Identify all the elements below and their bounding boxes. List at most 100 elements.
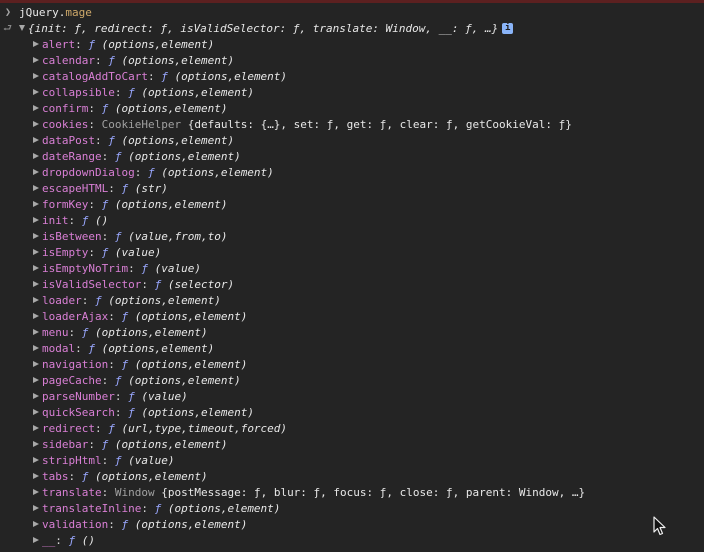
expand-triangle-right-icon[interactable] <box>33 121 39 127</box>
property-row[interactable]: pageCache: ƒ (options,element) <box>0 373 704 389</box>
property-row[interactable]: parseNumber: ƒ (value) <box>0 389 704 405</box>
property-entry[interactable]: isEmptyNoTrim: ƒ (value) <box>33 261 201 277</box>
expand-triangle-right-icon[interactable] <box>33 409 39 415</box>
property-row[interactable]: quickSearch: ƒ (options,element) <box>0 405 704 421</box>
property-row[interactable]: modal: ƒ (options,element) <box>0 341 704 357</box>
property-entry[interactable]: isBetween: ƒ (value,from,to) <box>33 229 227 245</box>
expand-triangle-right-icon[interactable] <box>33 153 39 159</box>
property-row[interactable]: navigation: ƒ (options,element) <box>0 357 704 373</box>
expand-triangle-right-icon[interactable] <box>33 217 39 223</box>
property-row[interactable]: alert: ƒ (options,element) <box>0 37 704 53</box>
expand-triangle-right-icon[interactable] <box>33 233 39 239</box>
expand-triangle-right-icon[interactable] <box>33 185 39 191</box>
property-entry[interactable]: isValidSelector: ƒ (selector) <box>33 277 234 293</box>
property-row[interactable]: dateRange: ƒ (options,element) <box>0 149 704 165</box>
console-result-summary[interactable]: ⮐ {init: ƒ, redirect: ƒ, isValidSelector… <box>0 21 704 37</box>
property-row[interactable]: isValidSelector: ƒ (selector) <box>0 277 704 293</box>
property-entry[interactable]: parseNumber: ƒ (value) <box>33 389 188 405</box>
expand-triangle-right-icon[interactable] <box>33 505 39 511</box>
property-row[interactable]: isEmptyNoTrim: ƒ (value) <box>0 261 704 277</box>
property-row[interactable]: translateInline: ƒ (options,element) <box>0 501 704 517</box>
property-row[interactable]: isBetween: ƒ (value,from,to) <box>0 229 704 245</box>
property-entry[interactable]: modal: ƒ (options,element) <box>33 341 214 357</box>
property-row[interactable]: catalogAddToCart: ƒ (options,element) <box>0 69 704 85</box>
property-row[interactable]: stripHtml: ƒ (value) <box>0 453 704 469</box>
property-entry[interactable]: validation: ƒ (options,element) <box>33 517 247 533</box>
property-row[interactable]: sidebar: ƒ (options,element) <box>0 437 704 453</box>
expand-triangle-right-icon[interactable] <box>33 457 39 463</box>
property-entry[interactable]: __: ƒ () <box>33 533 95 549</box>
property-entry[interactable]: collapsible: ƒ (options,element) <box>33 85 254 101</box>
property-entry[interactable]: loaderAjax: ƒ (options,element) <box>33 309 247 325</box>
property-row[interactable]: dataPost: ƒ (options,element) <box>0 133 704 149</box>
expand-triangle-right-icon[interactable] <box>33 521 39 527</box>
expand-triangle-right-icon[interactable] <box>33 89 39 95</box>
property-entry[interactable]: menu: ƒ (options,element) <box>33 325 208 341</box>
property-row[interactable]: init: ƒ () <box>0 213 704 229</box>
property-entry[interactable]: quickSearch: ƒ (options,element) <box>33 405 254 421</box>
property-entry[interactable]: alert: ƒ (options,element) <box>33 37 214 53</box>
property-entry[interactable]: init: ƒ () <box>33 213 108 229</box>
property-entry[interactable]: translateInline: ƒ (options,element) <box>33 501 280 517</box>
property-row[interactable]: cookies: CookieHelper {defaults: {…}, se… <box>0 117 704 133</box>
expand-triangle-right-icon[interactable] <box>33 57 39 63</box>
property-entry[interactable]: dateRange: ƒ (options,element) <box>33 149 241 165</box>
property-row[interactable]: escapeHTML: ƒ (str) <box>0 181 704 197</box>
property-entry[interactable]: sidebar: ƒ (options,element) <box>33 437 227 453</box>
property-entry[interactable]: dropdownDialog: ƒ (options,element) <box>33 165 274 181</box>
property-row[interactable]: translate: Window {postMessage: ƒ, blur:… <box>0 485 704 501</box>
property-row[interactable]: menu: ƒ (options,element) <box>0 325 704 341</box>
property-row[interactable]: calendar: ƒ (options,element) <box>0 53 704 69</box>
property-row[interactable]: isEmpty: ƒ (value) <box>0 245 704 261</box>
expand-triangle-right-icon[interactable] <box>33 137 39 143</box>
expand-triangle-right-icon[interactable] <box>33 537 39 543</box>
expand-triangle-right-icon[interactable] <box>33 105 39 111</box>
expand-triangle-right-icon[interactable] <box>33 73 39 79</box>
property-entry[interactable]: navigation: ƒ (options,element) <box>33 357 247 373</box>
expand-triangle-right-icon[interactable] <box>33 201 39 207</box>
property-entry[interactable]: escapeHTML: ƒ (str) <box>33 181 168 197</box>
property-row[interactable]: formKey: ƒ (options,element) <box>0 197 704 213</box>
property-entry[interactable]: confirm: ƒ (options,element) <box>33 101 227 117</box>
property-row[interactable]: validation: ƒ (options,element) <box>0 517 704 533</box>
property-entry[interactable]: catalogAddToCart: ƒ (options,element) <box>33 69 287 85</box>
expand-triangle-down-icon[interactable] <box>19 25 25 31</box>
expand-triangle-right-icon[interactable] <box>33 361 39 367</box>
property-row[interactable]: collapsible: ƒ (options,element) <box>0 85 704 101</box>
property-entry[interactable]: cookies: CookieHelper {defaults: {…}, se… <box>33 117 572 133</box>
property-entry[interactable]: pageCache: ƒ (options,element) <box>33 373 241 389</box>
property-row[interactable]: dropdownDialog: ƒ (options,element) <box>0 165 704 181</box>
result-object-summary[interactable]: {init: ƒ, redirect: ƒ, isValidSelector: … <box>19 21 514 37</box>
property-row[interactable]: __: ƒ () <box>0 533 704 549</box>
property-row[interactable]: loaderAjax: ƒ (options,element) <box>0 309 704 325</box>
property-entry[interactable]: formKey: ƒ (options,element) <box>33 197 227 213</box>
expand-triangle-right-icon[interactable] <box>33 489 39 495</box>
expand-triangle-right-icon[interactable] <box>33 425 39 431</box>
info-icon[interactable]: i <box>502 22 514 34</box>
expand-triangle-right-icon[interactable] <box>33 377 39 383</box>
expand-triangle-right-icon[interactable] <box>33 169 39 175</box>
expand-triangle-right-icon[interactable] <box>33 249 39 255</box>
expand-triangle-right-icon[interactable] <box>33 41 39 47</box>
console-input-line[interactable]: ❯ jQuery.mage <box>0 5 704 21</box>
property-entry[interactable]: loader: ƒ (options,element) <box>33 293 221 309</box>
property-entry[interactable]: redirect: ƒ (url,type,timeout,forced) <box>33 421 287 437</box>
expand-triangle-right-icon[interactable] <box>33 297 39 303</box>
expand-triangle-right-icon[interactable] <box>33 281 39 287</box>
property-row[interactable]: confirm: ƒ (options,element) <box>0 101 704 117</box>
expand-triangle-right-icon[interactable] <box>33 329 39 335</box>
property-entry[interactable]: translate: Window {postMessage: ƒ, blur:… <box>33 485 585 501</box>
property-entry[interactable]: dataPost: ƒ (options,element) <box>33 133 234 149</box>
expand-triangle-right-icon[interactable] <box>33 393 39 399</box>
expand-triangle-right-icon[interactable] <box>33 313 39 319</box>
property-row[interactable]: redirect: ƒ (url,type,timeout,forced) <box>0 421 704 437</box>
property-entry[interactable]: stripHtml: ƒ (value) <box>33 453 174 469</box>
property-entry[interactable]: calendar: ƒ (options,element) <box>33 53 234 69</box>
expand-triangle-right-icon[interactable] <box>33 473 39 479</box>
property-row[interactable]: loader: ƒ (options,element) <box>0 293 704 309</box>
property-row[interactable]: tabs: ƒ (options,element) <box>0 469 704 485</box>
property-entry[interactable]: isEmpty: ƒ (value) <box>33 245 161 261</box>
expand-triangle-right-icon[interactable] <box>33 265 39 271</box>
property-entry[interactable]: tabs: ƒ (options,element) <box>33 469 208 485</box>
expand-triangle-right-icon[interactable] <box>33 345 39 351</box>
